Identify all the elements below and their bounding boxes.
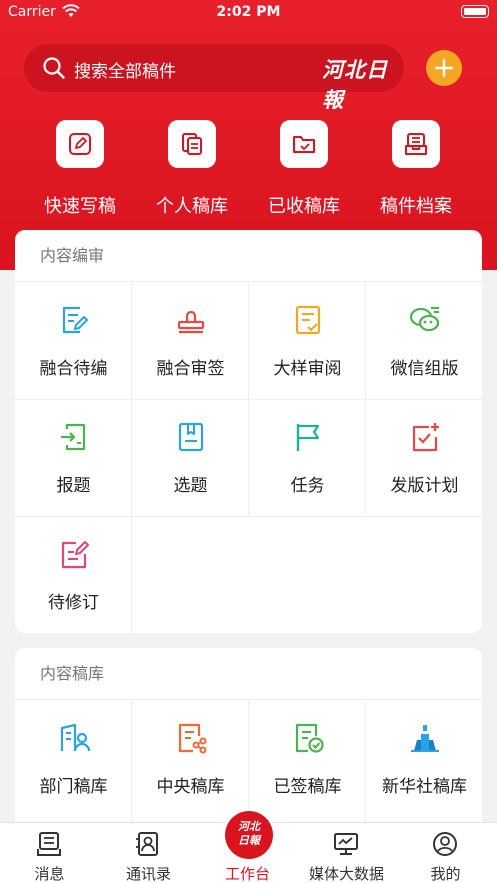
monitor-chart-icon [334, 833, 358, 855]
quick-action-write[interactable]: 快速写稿 [30, 120, 130, 218]
edit-icon [69, 133, 91, 155]
search-icon [43, 57, 65, 79]
workbench-logo-line2: 日報 [238, 834, 260, 847]
review-item-label: 大样审阅 [273, 359, 342, 379]
tab-media-big-data[interactable]: 媒体大数据 [297, 823, 396, 883]
bookmark-doc-icon [178, 422, 204, 452]
quick-action-label: 稿件档案 [380, 196, 452, 217]
review-item-label: 融合待编 [39, 359, 108, 379]
content-review-card: 内容编审 融合待编 融合审签 大样审阅 微信组版 报题 选题 任务 发版计划 待… [15, 230, 482, 633]
search-bar[interactable]: 搜索全部稿件 河北日報 [24, 44, 404, 112]
quick-action-archive[interactable]: 稿件档案 [366, 120, 466, 218]
library-item-label: 中央稿库 [156, 777, 225, 797]
tab-label: 媒体大数据 [308, 865, 384, 883]
search-placeholder: 搜索全部稿件 [74, 62, 176, 82]
plan-icon [412, 423, 439, 452]
workbench-logo-icon[interactable]: 河北 日報 [222, 808, 276, 862]
library-item-xinhua[interactable]: 新华社稿库 [366, 700, 482, 817]
import-doc-icon [61, 423, 86, 451]
wechat-icon [409, 307, 440, 332]
message-icon [37, 832, 61, 856]
library-item-label: 新华社稿库 [382, 777, 467, 797]
status-bar: Carrier 2:02 PM [0, 0, 497, 26]
review-item-task[interactable]: 任务 [249, 399, 366, 516]
department-icon [60, 723, 90, 752]
review-item-label: 任务 [290, 476, 325, 496]
archive-icon [405, 133, 427, 155]
tab-label: 工作台 [224, 865, 270, 883]
review-doc-icon [295, 305, 321, 335]
stamp-icon [177, 310, 205, 334]
contacts-icon [136, 832, 158, 856]
documents-icon [182, 133, 202, 155]
status-time: 2:02 PM [216, 4, 281, 20]
section-title: 内容编审 [15, 230, 482, 282]
tab-label: 我的 [430, 865, 461, 883]
plus-icon [434, 58, 454, 78]
battery-icon [461, 5, 489, 18]
flag-icon [296, 424, 320, 451]
share-doc-icon [178, 723, 207, 754]
quick-action-label: 已收稿库 [268, 196, 340, 217]
quick-action-label: 快速写稿 [44, 196, 116, 217]
quick-action-label: 个人稿库 [156, 196, 228, 217]
section-title: 内容稿库 [15, 648, 482, 700]
profile-icon [433, 832, 457, 856]
review-item-label: 融合审签 [156, 359, 225, 379]
review-item-pending-revision[interactable]: 待修订 [15, 516, 132, 633]
review-item-label: 选题 [173, 476, 208, 496]
add-button[interactable] [426, 50, 462, 86]
xinhua-icon [411, 725, 439, 752]
tab-label: 消息 [34, 865, 65, 883]
quick-action-personal-library[interactable]: 个人稿库 [142, 120, 242, 218]
revise-icon [61, 541, 89, 569]
review-item-report-topic[interactable]: 报题 [15, 399, 132, 516]
review-item-label: 待修订 [48, 593, 99, 613]
tab-label: 通讯录 [125, 865, 171, 883]
library-item-label: 部门稿库 [39, 777, 108, 797]
tab-contacts[interactable]: 通讯录 [99, 823, 198, 883]
quick-action-received-library[interactable]: 已收稿库 [254, 120, 354, 218]
newspaper-logo: 河北日報 [322, 57, 388, 112]
review-item-label: 发版计划 [390, 476, 459, 496]
review-item-label: 微信组版 [390, 359, 459, 379]
edit-doc-icon [62, 306, 88, 334]
library-item-department[interactable]: 部门稿库 [15, 700, 132, 817]
library-item-signed[interactable]: 已签稿库 [249, 700, 366, 817]
review-item-proof-review[interactable]: 大样审阅 [249, 282, 366, 399]
library-item-central[interactable]: 中央稿库 [132, 700, 249, 817]
review-item-merge-sign[interactable]: 融合审签 [132, 282, 249, 399]
tab-messages[interactable]: 消息 [0, 823, 99, 883]
signed-doc-icon [295, 723, 324, 753]
review-item-wechat-layout[interactable]: 微信组版 [366, 282, 482, 399]
review-item-merge-pending[interactable]: 融合待编 [15, 282, 132, 399]
review-item-release-plan[interactable]: 发版计划 [366, 399, 482, 516]
library-item-label: 已签稿库 [273, 777, 342, 797]
review-item-select-topic[interactable]: 选题 [132, 399, 249, 516]
review-item-label: 报题 [56, 476, 91, 496]
folder-icon [293, 136, 315, 153]
tab-me[interactable]: 我的 [396, 823, 495, 883]
workbench-logo-line1: 河北 [238, 820, 260, 833]
